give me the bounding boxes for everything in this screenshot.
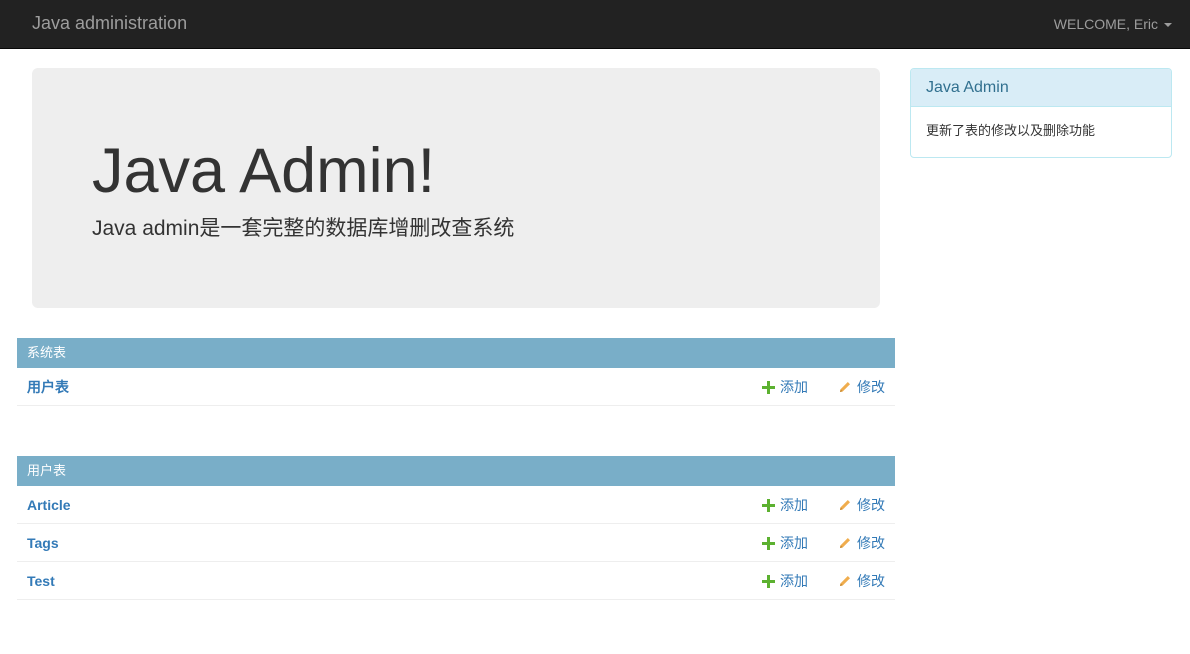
edit-link[interactable]: 修改: [838, 496, 885, 514]
table-row: 用户表 添加 修改: [17, 368, 895, 406]
plus-icon: [762, 536, 775, 550]
info-panel: Java Admin 更新了表的修改以及删除功能: [910, 68, 1172, 158]
edit-label: 修改: [857, 379, 885, 395]
edit-label: 修改: [857, 573, 885, 589]
module-caption: 用户表: [17, 456, 895, 486]
info-panel-body: 更新了表的修改以及删除功能: [926, 123, 1096, 138]
add-label: 添加: [780, 379, 808, 395]
plus-icon: [762, 380, 775, 394]
table-row: Test 添加 修改: [17, 562, 895, 600]
table-row: Tags 添加 修改: [17, 524, 895, 562]
edit-label: 修改: [857, 497, 885, 513]
add-link[interactable]: 添加: [762, 378, 808, 396]
model-link[interactable]: 用户表: [27, 378, 69, 396]
add-link[interactable]: 添加: [762, 572, 808, 590]
caret-down-icon: [1164, 22, 1172, 27]
pencil-icon: [840, 500, 850, 510]
pencil-icon: [840, 382, 850, 392]
module-caption: 系统表: [17, 338, 895, 368]
navbar-brand[interactable]: Java administration: [32, 13, 187, 33]
plus-icon: [762, 574, 775, 588]
module-system-tables: 系统表 用户表 添加 修改: [17, 338, 895, 406]
info-panel-heading: Java Admin: [911, 69, 1171, 107]
model-link[interactable]: Tags: [27, 534, 59, 552]
add-link[interactable]: 添加: [762, 534, 808, 552]
pencil-icon: [840, 538, 850, 548]
top-navbar: Java administration WELCOME, Eric: [0, 0, 1190, 49]
user-menu-label: WELCOME, Eric: [1053, 16, 1158, 32]
jumbotron-title: Java Admin!: [92, 136, 436, 206]
add-label: 添加: [780, 573, 808, 589]
model-link[interactable]: Test: [27, 572, 55, 590]
user-menu-dropdown[interactable]: WELCOME, Eric: [1054, 15, 1172, 33]
pencil-icon: [840, 576, 850, 586]
add-label: 添加: [780, 497, 808, 513]
edit-link[interactable]: 修改: [838, 534, 885, 552]
edit-link[interactable]: 修改: [838, 378, 885, 396]
jumbotron-lead: Java admin是一套完整的数据库增删改查系统: [92, 217, 515, 240]
add-link[interactable]: 添加: [762, 496, 808, 514]
table-row: Article 添加 修改: [17, 486, 895, 524]
add-label: 添加: [780, 535, 808, 551]
plus-icon: [762, 498, 775, 512]
edit-label: 修改: [857, 535, 885, 551]
jumbotron: Java Admin! Java admin是一套完整的数据库增删改查系统: [32, 68, 880, 308]
module-user-tables: 用户表 Article 添加 修改 Tags 添加 修改 Test 添加 修改: [17, 456, 895, 600]
edit-link[interactable]: 修改: [838, 572, 885, 590]
model-link[interactable]: Article: [27, 496, 71, 514]
